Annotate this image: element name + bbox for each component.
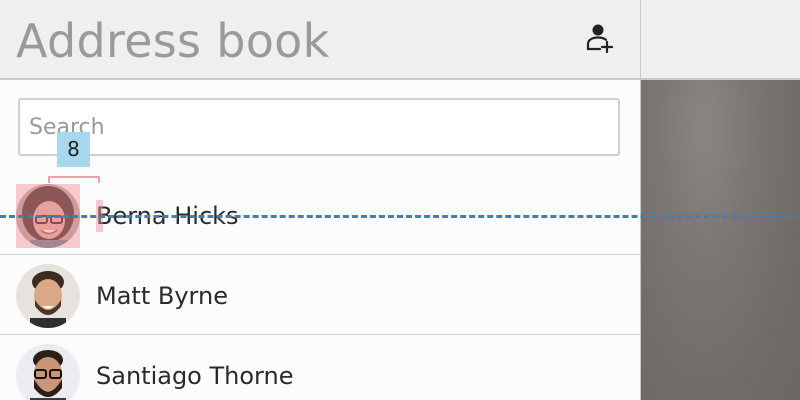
contact-row[interactable]: Matt Byrne bbox=[0, 255, 640, 335]
add-contact-button[interactable] bbox=[580, 20, 620, 60]
contact-row[interactable]: Santiago Thorne bbox=[0, 335, 640, 400]
search-input[interactable] bbox=[20, 100, 618, 154]
app-header: Address book bbox=[0, 0, 640, 80]
contact-row[interactable]: Berna Hicks bbox=[0, 175, 640, 255]
page-title: Address book bbox=[16, 14, 330, 68]
search-box bbox=[18, 98, 620, 156]
person-add-icon bbox=[585, 22, 615, 58]
contact-photo-preview bbox=[641, 80, 800, 400]
avatar bbox=[16, 264, 80, 328]
contact-list: Berna Hicks Matt Byrne Santiago Thorne bbox=[0, 175, 640, 400]
detail-header bbox=[641, 0, 800, 80]
contact-name: Matt Byrne bbox=[96, 282, 228, 310]
contact-name: Berna Hicks bbox=[96, 202, 239, 230]
avatar bbox=[16, 184, 80, 248]
detail-pane bbox=[641, 0, 800, 400]
contact-name: Santiago Thorne bbox=[96, 362, 294, 390]
avatar bbox=[16, 344, 80, 400]
contacts-pane: Address book Search Berna Hicks Matt Byr… bbox=[0, 0, 641, 400]
